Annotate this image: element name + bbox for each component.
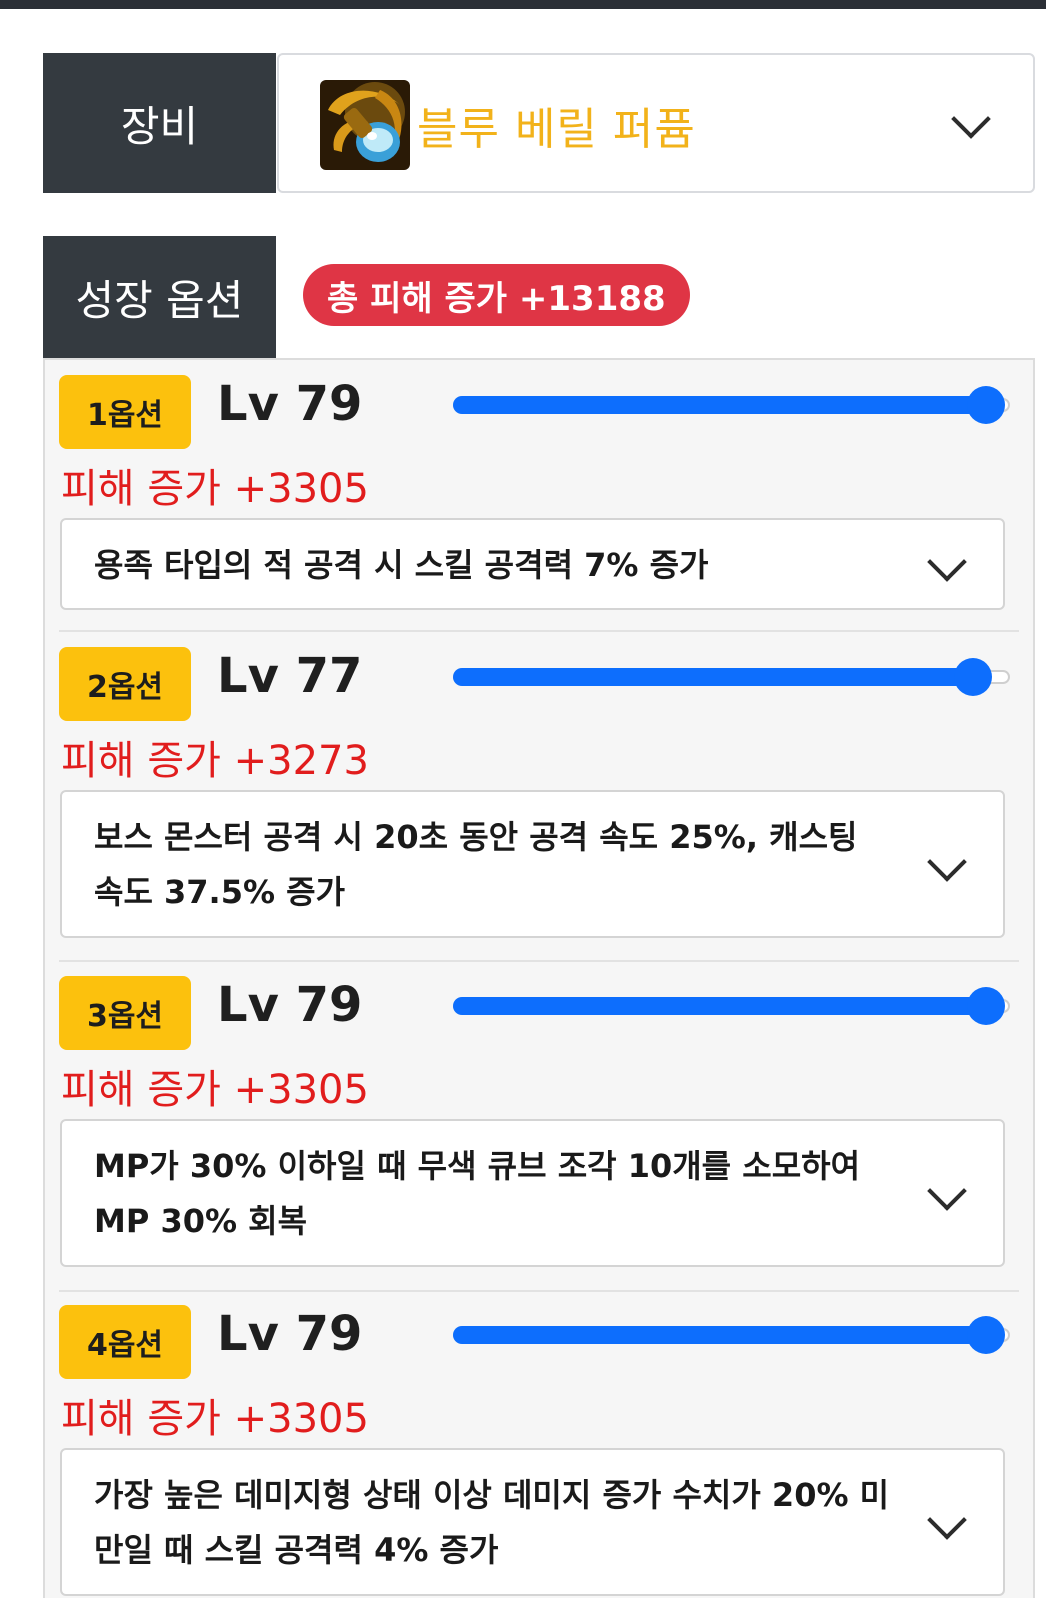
equipment-select[interactable]: 블루 베릴 퍼퓸 bbox=[277, 53, 1035, 193]
slider-thumb[interactable] bbox=[967, 386, 1005, 424]
chevron-down-icon bbox=[927, 842, 967, 882]
chevron-down-icon bbox=[951, 99, 991, 139]
level-slider[interactable] bbox=[453, 987, 1010, 1025]
total-damage-badge: 총 피해 증가 +13188 bbox=[303, 264, 690, 326]
top-bar bbox=[0, 0, 1046, 9]
slider-thumb[interactable] bbox=[967, 987, 1005, 1025]
slider-fill bbox=[453, 1326, 984, 1344]
option-effect-select[interactable]: 가장 높은 데미지형 상태 이상 데미지 증가 수치가 20% 미만일 때 스킬… bbox=[60, 1448, 1005, 1596]
option-damage: 피해 증가 +3305 bbox=[61, 1396, 369, 1442]
option-effect-text: 보스 몬스터 공격 시 20초 동안 공격 속도 25%, 캐스팅 속도 37.… bbox=[94, 818, 858, 911]
divider bbox=[59, 630, 1019, 632]
option-badge: 1옵션 bbox=[59, 375, 191, 449]
perfume-bottle-icon bbox=[320, 80, 410, 170]
growth-options-panel: 1옵션 Lv 79 피해 증가 +3305 용족 타입의 적 공격 시 스킬 공… bbox=[43, 358, 1035, 1598]
option-level: Lv 79 bbox=[217, 376, 363, 432]
slider-fill bbox=[453, 997, 984, 1015]
slider-fill bbox=[453, 396, 984, 414]
chevron-down-icon bbox=[927, 1171, 967, 1211]
option-badge: 3옵션 bbox=[59, 976, 191, 1050]
slider-thumb[interactable] bbox=[954, 658, 992, 696]
divider bbox=[59, 960, 1019, 962]
option-effect-text: 가장 높은 데미지형 상태 이상 데미지 증가 수치가 20% 미만일 때 스킬… bbox=[94, 1476, 890, 1569]
chevron-down-icon bbox=[927, 542, 967, 582]
equipment-label: 장비 bbox=[43, 53, 276, 193]
selected-item-name: 블루 베릴 퍼퓸 bbox=[417, 104, 696, 155]
slider-thumb[interactable] bbox=[967, 1316, 1005, 1354]
option-effect-select[interactable]: 용족 타입의 적 공격 시 스킬 공격력 7% 증가 bbox=[60, 518, 1005, 610]
slider-fill bbox=[453, 668, 971, 686]
option-effect-text: MP가 30% 이하일 때 무색 큐브 조각 10개를 소모하여 MP 30% … bbox=[94, 1147, 861, 1240]
option-damage: 피해 증가 +3273 bbox=[61, 738, 369, 784]
option-level: Lv 79 bbox=[217, 1306, 363, 1362]
level-slider[interactable] bbox=[453, 658, 1010, 696]
level-slider[interactable] bbox=[453, 386, 1010, 424]
option-effect-text: 용족 타입의 적 공격 시 스킬 공격력 7% 증가 bbox=[94, 546, 709, 584]
option-badge: 4옵션 bbox=[59, 1305, 191, 1379]
option-badge: 2옵션 bbox=[59, 647, 191, 721]
option-damage: 피해 증가 +3305 bbox=[61, 1067, 369, 1113]
option-level: Lv 77 bbox=[217, 648, 363, 704]
level-slider[interactable] bbox=[453, 1316, 1010, 1354]
divider bbox=[59, 1290, 1019, 1292]
growth-options-label: 성장 옵션 bbox=[43, 236, 276, 358]
option-effect-select[interactable]: 보스 몬스터 공격 시 20초 동안 공격 속도 25%, 캐스팅 속도 37.… bbox=[60, 790, 1005, 938]
option-effect-select[interactable]: MP가 30% 이하일 때 무색 큐브 조각 10개를 소모하여 MP 30% … bbox=[60, 1119, 1005, 1267]
option-level: Lv 79 bbox=[217, 977, 363, 1033]
chevron-down-icon bbox=[927, 1500, 967, 1540]
option-damage: 피해 증가 +3305 bbox=[61, 466, 369, 512]
